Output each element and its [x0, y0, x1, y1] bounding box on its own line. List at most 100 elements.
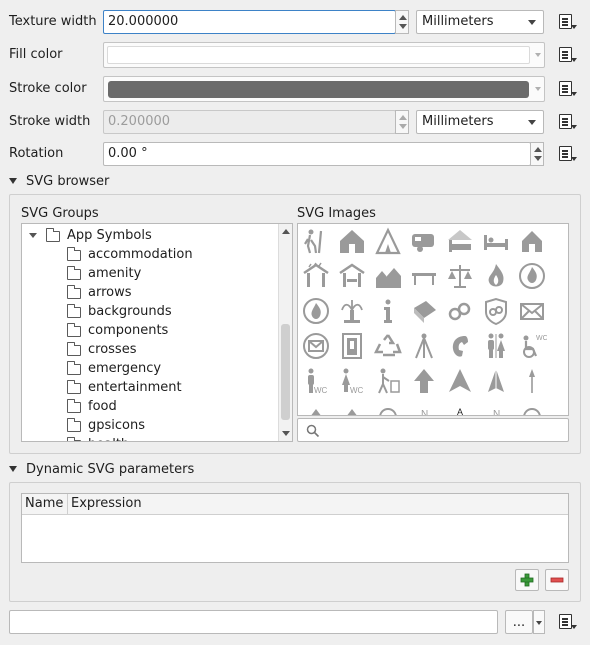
stroke-color-data-defined-button[interactable]	[555, 78, 577, 100]
hostel-bed-icon[interactable]	[445, 226, 475, 256]
fill-color-label: Fill color	[9, 47, 63, 62]
folder-icon	[67, 418, 81, 432]
fill-color-swatch	[107, 46, 530, 64]
texture-width-data-defined-button[interactable]	[555, 11, 577, 33]
svg-path-data-defined-button[interactable]	[555, 611, 577, 633]
chalet-icon[interactable]	[373, 261, 403, 291]
post-box-icon[interactable]	[517, 296, 547, 326]
add-parameter-button[interactable]	[515, 569, 539, 591]
folder-icon	[67, 323, 81, 337]
waste-basket-icon[interactable]	[373, 366, 403, 396]
telephone-icon[interactable]	[445, 331, 475, 361]
fire-icon[interactable]	[481, 261, 511, 291]
minus-icon	[550, 577, 564, 583]
folder-icon	[67, 380, 81, 394]
men-wc-icon[interactable]: WC	[301, 366, 331, 396]
folder-icon	[67, 304, 81, 318]
svg-image-partial[interactable]	[337, 401, 367, 415]
svg-search-input[interactable]	[297, 418, 569, 442]
chevron-down-icon	[29, 233, 37, 238]
survey-point-icon[interactable]	[409, 331, 439, 361]
bench-icon[interactable]	[409, 261, 439, 291]
svg-images-grid[interactable]: WC WC WC N A N	[297, 223, 569, 416]
texture-width-input[interactable]: 20.000000	[103, 10, 396, 34]
chevron-down-icon	[9, 465, 17, 472]
fire-station-icon[interactable]	[517, 261, 547, 291]
svg-image-partial[interactable]: A	[445, 401, 475, 415]
folder-icon	[67, 285, 81, 299]
svg-path-input[interactable]	[9, 610, 498, 634]
svg-image-partial[interactable]	[301, 401, 331, 415]
fountain-icon[interactable]	[337, 296, 367, 326]
handcuffs-icon[interactable]	[445, 296, 475, 326]
rotation-spinner[interactable]	[530, 142, 544, 166]
police-icon[interactable]	[481, 296, 511, 326]
caravan-icon[interactable]	[409, 226, 439, 256]
dynamic-svg-title: Dynamic SVG parameters	[26, 462, 195, 477]
svg-groups-tree[interactable]: App Symbols accommodation amenity arrows ba…	[21, 223, 293, 442]
information-icon[interactable]	[373, 296, 403, 326]
stroke-color-button[interactable]	[103, 76, 545, 102]
chevron-down-icon	[536, 621, 542, 625]
svg-browser-toggle[interactable]: SVG browser	[9, 172, 109, 192]
scrollbar-thumb[interactable]	[281, 324, 290, 420]
arrow-up-icon[interactable]	[409, 366, 439, 396]
svg-image-partial[interactable]: N	[409, 401, 439, 415]
svg-image-partial[interactable]: N	[481, 401, 511, 415]
bed-icon[interactable]	[481, 226, 511, 256]
svg-image-partial[interactable]	[373, 401, 403, 415]
texture-width-unit-select[interactable]: Millimeters	[416, 10, 544, 34]
scroll-down-icon[interactable]	[282, 431, 290, 436]
camping-tent-icon[interactable]	[373, 226, 403, 256]
column-header-name[interactable]: Name	[22, 494, 68, 515]
chevron-down-icon	[9, 177, 17, 184]
house-icon[interactable]	[517, 226, 547, 256]
folder-icon	[67, 437, 81, 441]
arrow-thin-icon[interactable]	[481, 366, 511, 396]
picnic-shelter-icon[interactable]	[337, 261, 367, 291]
dynamic-svg-toggle[interactable]: Dynamic SVG parameters	[9, 460, 194, 480]
svg-text:N: N	[421, 409, 428, 415]
texture-width-spinner[interactable]	[395, 10, 409, 34]
women-wc-icon[interactable]: WC	[337, 366, 367, 396]
svg-text:A: A	[457, 407, 463, 415]
stroke-color-swatch	[108, 81, 529, 98]
column-header-expression[interactable]: Expression	[68, 494, 568, 515]
hiker-icon[interactable]	[301, 226, 331, 256]
rotation-data-defined-button[interactable]	[555, 143, 577, 165]
postbox-icon[interactable]	[301, 331, 331, 361]
scroll-up-icon[interactable]	[282, 229, 290, 234]
stroke-width-data-defined-button[interactable]	[555, 111, 577, 133]
rotation-input[interactable]: 0.00 °	[103, 142, 531, 166]
remove-parameter-button[interactable]	[545, 569, 569, 591]
courthouse-icon[interactable]	[445, 261, 475, 291]
arrow-line-icon[interactable]	[517, 366, 547, 396]
browse-menu-button[interactable]	[533, 610, 545, 634]
stroke-color-label: Stroke color	[9, 81, 87, 96]
rotation-label: Rotation	[9, 146, 64, 161]
wheelchair-wc-icon[interactable]: WC	[517, 331, 548, 361]
alpine-hut-icon[interactable]	[337, 226, 367, 256]
svg-groups-scrollbar[interactable]	[278, 224, 292, 441]
shelter-icon[interactable]	[301, 261, 331, 291]
folder-icon	[67, 266, 81, 280]
toilets-icon[interactable]	[481, 331, 511, 361]
svg-text:WC: WC	[350, 386, 364, 395]
fill-color-button[interactable]	[103, 42, 545, 68]
recycling-icon[interactable]	[373, 331, 403, 361]
stroke-width-spinner[interactable]	[395, 110, 409, 134]
folder-icon	[67, 399, 81, 413]
dynamic-params-table[interactable]: Name Expression	[21, 493, 569, 563]
stroke-width-input[interactable]: 0.200000	[103, 110, 396, 134]
svg-text:WC: WC	[536, 335, 547, 342]
svg-groups-label: SVG Groups	[21, 206, 99, 221]
browse-button[interactable]: ...	[505, 610, 533, 634]
svg-image-partial[interactable]	[517, 401, 547, 415]
library-icon[interactable]	[409, 296, 439, 326]
fill-color-data-defined-button[interactable]	[555, 44, 577, 66]
arrow-north-icon[interactable]	[445, 366, 475, 396]
phone-booth-icon[interactable]	[337, 331, 367, 361]
fire-hydrant-icon[interactable]	[301, 296, 331, 326]
folder-icon	[67, 247, 81, 261]
stroke-width-unit-select[interactable]: Millimeters	[416, 110, 544, 134]
